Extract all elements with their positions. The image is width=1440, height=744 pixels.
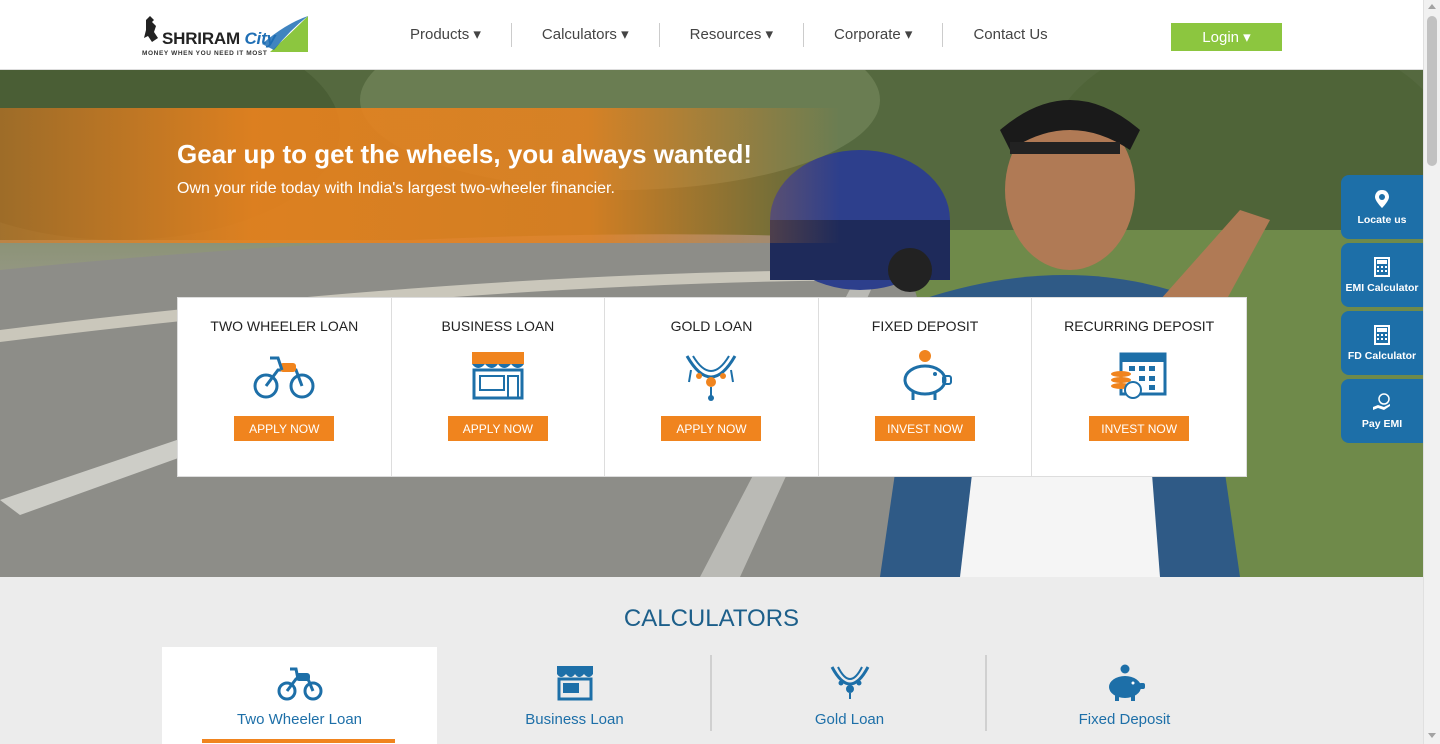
calculators-heading: CALCULATORS — [623, 605, 800, 632]
side-item-label: FD Calculator — [1347, 349, 1417, 362]
side-item-label: EMI Calculator — [1345, 281, 1419, 294]
calc-tab-two-wheeler-loan[interactable]: Two Wheeler Loan — [162, 647, 437, 744]
nav-products[interactable]: Products ▾ — [380, 23, 512, 47]
side-quick-links: Locate us EMI Calculator FD Calculator P… — [1341, 175, 1423, 447]
nav-resources[interactable]: Resources ▾ — [660, 23, 805, 47]
locate-us-button[interactable]: Locate us — [1341, 175, 1423, 239]
product-title: RECURRING DEPOSIT — [1064, 318, 1215, 334]
hero-text-band — [0, 108, 840, 243]
motorcycle-icon — [277, 667, 322, 701]
page-scrollbar[interactable] — [1423, 0, 1440, 744]
fd-calculator-button[interactable]: FD Calculator — [1341, 311, 1423, 375]
nav-corporate[interactable]: Corporate ▾ — [804, 23, 944, 47]
piggy-bank-icon — [1108, 664, 1145, 701]
apply-now-button[interactable]: APPLY NOW — [234, 416, 335, 441]
shriram-city-logo[interactable]: SHRIRAM City MONEY WHEN YOU NEED IT MOST — [140, 14, 312, 60]
shop-icon — [556, 666, 593, 701]
emi-calculator-button[interactable]: EMI Calculator — [1341, 243, 1423, 307]
scrollbar-thumb[interactable] — [1427, 16, 1437, 166]
hero-subtitle: Own your ride today with India's largest… — [177, 180, 615, 197]
piggy-bank-icon — [903, 350, 953, 400]
invest-now-button[interactable]: INVEST NOW — [1089, 416, 1190, 441]
hero-banner: Gear up to get the wheels, you always wa… — [0, 70, 1423, 577]
product-title: TWO WHEELER LOAN — [210, 318, 359, 334]
site-header: SHRIRAM City MONEY WHEN YOU NEED IT MOST… — [0, 0, 1423, 70]
gold-necklace-icon — [686, 355, 737, 401]
shop-icon — [471, 352, 524, 400]
scroll-up-arrow-icon[interactable] — [1428, 4, 1436, 9]
pay-emi-button[interactable]: Pay EMI — [1341, 379, 1423, 443]
calculator-tabs: Two Wheeler Loan Business Loan Gold Loan — [162, 647, 1262, 744]
invest-now-button[interactable]: INVEST NOW — [875, 416, 976, 441]
calendar-coins-icon — [1111, 352, 1167, 399]
logo-swoosh-icon — [262, 16, 308, 52]
calc-tab-label: Fixed Deposit — [1078, 711, 1171, 728]
product-cards: TWO WHEELER LOAN APPLY NOW BUSINESS LOAN… — [177, 297, 1247, 477]
product-title: BUSINESS LOAN — [441, 318, 555, 334]
motorcycle-icon — [253, 356, 315, 399]
product-card-business-loan[interactable]: BUSINESS LOAN APPLY NOW — [392, 298, 606, 476]
apply-now-button[interactable]: APPLY NOW — [447, 416, 548, 441]
side-item-label: Locate us — [1357, 213, 1407, 226]
product-card-fixed-deposit[interactable]: FIXED DEPOSIT INVEST NOW — [819, 298, 1033, 476]
product-card-gold-loan[interactable]: GOLD LOAN APPLY NOW — [605, 298, 819, 476]
main-nav: Products ▾ Calculators ▾ Resources ▾ Cor… — [380, 0, 1078, 70]
logo-tagline: MONEY WHEN YOU NEED IT MOST — [142, 50, 268, 57]
apply-now-button[interactable]: APPLY NOW — [661, 416, 762, 441]
calculator-icon — [1374, 256, 1390, 277]
side-item-label: Pay EMI — [1361, 417, 1403, 430]
calc-tab-label: Two Wheeler Loan — [236, 711, 363, 728]
product-title: FIXED DEPOSIT — [871, 318, 979, 334]
active-tab-indicator — [202, 739, 395, 743]
hero-title: Gear up to get the wheels, you always wa… — [177, 139, 753, 169]
calc-tab-business-loan[interactable]: Business Loan — [437, 647, 712, 744]
calc-tab-gold-loan[interactable]: Gold Loan — [712, 647, 987, 744]
product-card-two-wheeler-loan[interactable]: TWO WHEELER LOAN APPLY NOW — [178, 298, 392, 476]
logo-wordmark: SHRIRAM City — [162, 29, 276, 48]
calc-tab-label: Business Loan — [525, 711, 624, 728]
calc-tab-label: Gold Loan — [814, 711, 885, 728]
gold-necklace-icon — [830, 666, 869, 699]
location-pin-icon — [1375, 189, 1389, 208]
product-title: GOLD LOAN — [670, 318, 753, 334]
nav-contact-us[interactable]: Contact Us — [943, 23, 1077, 47]
product-card-recurring-deposit[interactable]: RECURRING DEPOSIT INVEST NOW — [1032, 298, 1246, 476]
calculator-icon — [1374, 324, 1390, 345]
hand-coin-icon — [1373, 392, 1390, 410]
login-button[interactable]: Login ▾ — [1171, 23, 1282, 51]
scroll-down-arrow-icon[interactable] — [1428, 733, 1436, 738]
calc-tab-fixed-deposit[interactable]: Fixed Deposit — [987, 647, 1262, 744]
nav-calculators[interactable]: Calculators ▾ — [512, 23, 660, 47]
